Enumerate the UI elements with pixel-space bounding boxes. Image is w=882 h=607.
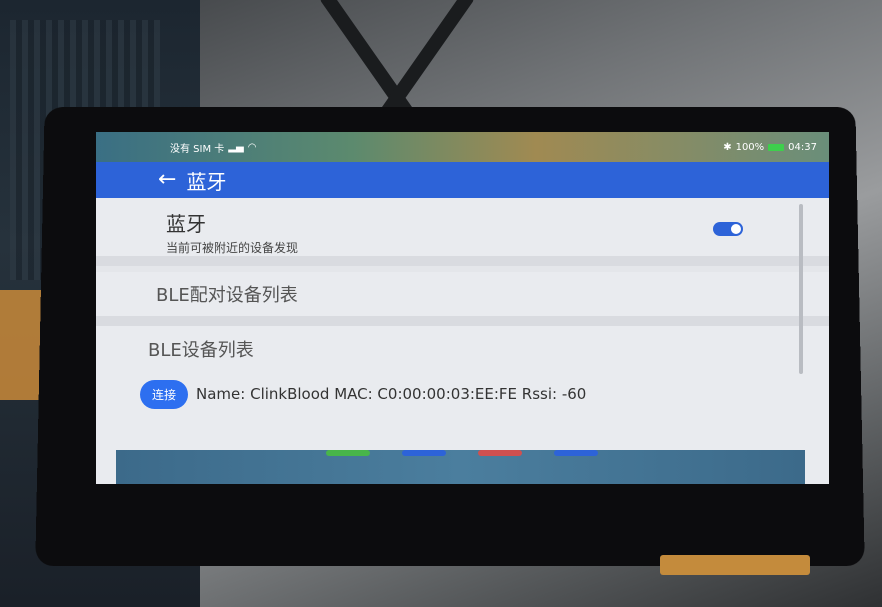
launcher-dock bbox=[116, 450, 805, 484]
status-bar: 没有 SIM 卡 ▂▄ ◠ ✱ 100% 04:37 bbox=[96, 132, 829, 162]
signal-icon: ▂▄ bbox=[228, 141, 244, 153]
touch-screen: 没有 SIM 卡 ▂▄ ◠ ✱ 100% 04:37 ← 蓝牙 蓝牙 当前可被附… bbox=[96, 132, 829, 484]
paired-devices-title: BLE配对设备列表 bbox=[156, 285, 298, 306]
page-title: 蓝牙 bbox=[186, 169, 227, 194]
battery-icon bbox=[768, 143, 785, 151]
paired-devices-header: BLE配对设备列表 bbox=[96, 272, 829, 316]
bluetooth-discoverable-text: 当前可被附近的设备发现 bbox=[166, 241, 299, 255]
dock-icon bbox=[402, 450, 446, 456]
app-bar: ← 蓝牙 bbox=[96, 162, 829, 198]
cable bbox=[378, 0, 476, 121]
dock-icon bbox=[326, 450, 370, 456]
settings-content: 蓝牙 当前可被附近的设备发现 BLE配对设备列表 BLE设备列表 连接 Name… bbox=[96, 198, 829, 484]
devices-list-title: BLE设备列表 bbox=[148, 340, 254, 361]
wifi-icon: ◠ bbox=[247, 141, 257, 153]
flex-connector bbox=[660, 555, 810, 575]
battery-percent: 100% bbox=[735, 141, 765, 153]
clock: 04:37 bbox=[788, 141, 817, 153]
divider bbox=[96, 316, 829, 326]
device-info: Name: ClinkBlood MAC: C0:00:00:03:EE:FE … bbox=[196, 385, 587, 403]
list-item[interactable]: 连接 Name: ClinkBlood MAC: C0:00:00:03:EE:… bbox=[96, 372, 829, 416]
divider bbox=[96, 256, 829, 266]
status-left: 没有 SIM 卡 ▂▄ ◠ bbox=[170, 140, 256, 155]
bluetooth-setting-row[interactable]: 蓝牙 当前可被附近的设备发现 bbox=[96, 198, 829, 256]
status-right: ✱ 100% 04:37 bbox=[723, 142, 817, 153]
bluetooth-toggle[interactable] bbox=[713, 222, 743, 236]
arrow-left-icon[interactable]: ← bbox=[158, 169, 176, 191]
dock-icon bbox=[478, 450, 522, 456]
bluetooth-status-icon: ✱ bbox=[723, 141, 732, 153]
devices-list-header: BLE设备列表 bbox=[96, 326, 829, 372]
sim-status: 没有 SIM 卡 bbox=[170, 143, 225, 155]
dock-icon bbox=[554, 450, 598, 456]
connect-button[interactable]: 连接 bbox=[140, 379, 189, 409]
